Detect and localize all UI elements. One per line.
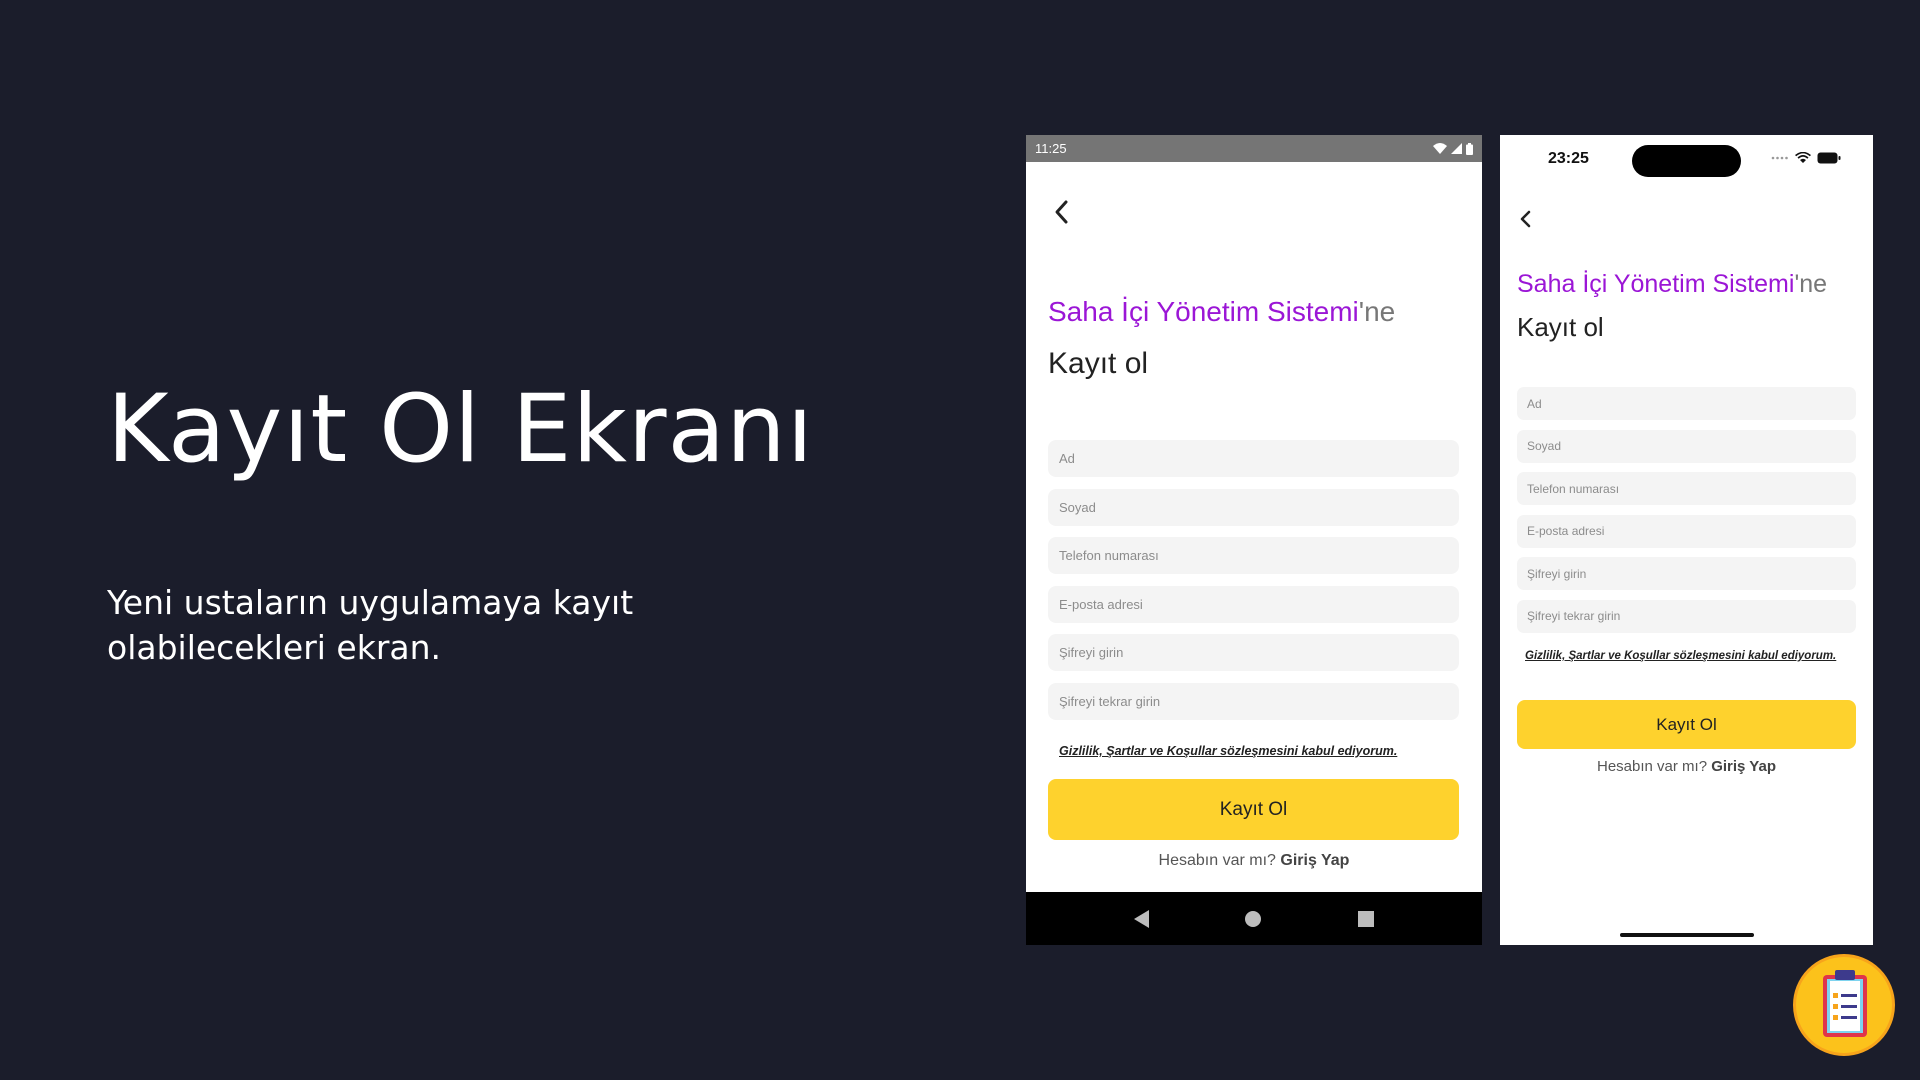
register-button[interactable]: Kayıt Ol [1048,779,1459,840]
login-prompt: Hesabın var mı? Giriş Yap [1500,758,1873,775]
password-confirm-field[interactable]: Şifreyi tekrar girin [1048,682,1459,720]
password-field[interactable]: Şifreyi girin [1517,557,1856,591]
page-subheading: Kayıt ol [1517,312,1604,342]
last-name-field[interactable]: Soyad [1517,429,1856,463]
page-subheading: Kayıt ol [1048,347,1149,380]
login-prompt: Hesabın var mı? Giriş Yap [1026,852,1482,870]
android-nav-bar [1026,892,1482,945]
nav-back-icon[interactable] [1134,909,1150,928]
password-field[interactable]: Şifreyi girin [1048,634,1459,672]
phone-field[interactable]: Telefon numarası [1048,537,1459,575]
ios-status-time: 23:25 [1548,150,1589,167]
page-heading: Saha İçi Yönetim Sistemi'ne [1048,296,1395,328]
first-name-field[interactable]: Ad [1517,387,1856,420]
login-prompt-text: Hesabın var mı? [1597,758,1708,775]
signal-dots-icon [1771,156,1788,160]
chevron-left-icon[interactable] [1516,206,1536,232]
terms-link[interactable]: Gizlilik, Şartlar ve Koşullar sözleşmesi… [1059,744,1397,758]
clipboard-icon [1793,954,1895,1056]
android-status-icons [1433,142,1473,155]
last-name-field[interactable]: Soyad [1048,488,1459,526]
slide-description: Yeni ustaların uygulamaya kayıt olabilec… [107,583,634,667]
email-field[interactable]: E-posta adresi [1517,514,1856,548]
phone-field[interactable]: Telefon numarası [1517,472,1856,506]
wifi-icon [1433,143,1447,154]
nav-recents-icon[interactable] [1357,910,1374,927]
chevron-left-icon[interactable] [1050,196,1074,228]
registration-form: Ad Soyad Telefon numarası E-posta adresi… [1048,440,1459,732]
nav-home-icon[interactable] [1245,910,1262,927]
battery-icon [1466,142,1473,155]
login-link[interactable]: Giriş Yap [1280,852,1349,869]
login-prompt-text: Hesabın var mı? [1158,852,1276,869]
android-phone-mockup: 11:25 Saha İçi Yönetim Sistemi'ne Kayıt … [1026,135,1482,945]
heading-suffix: 'ne [1358,296,1396,327]
slide-title: Kayıt Ol Ekranı [107,375,814,484]
dynamic-island [1632,145,1741,177]
page-heading: Saha İçi Yönetim Sistemi'ne [1517,270,1827,299]
android-status-bar: 11:25 [1026,135,1482,162]
password-confirm-field[interactable]: Şifreyi tekrar girin [1517,599,1856,633]
email-field[interactable]: E-posta adresi [1048,585,1459,623]
wifi-icon [1795,152,1811,163]
login-link[interactable]: Giriş Yap [1711,758,1776,775]
registration-form: Ad Soyad Telefon numarası E-posta adresi… [1517,387,1856,643]
home-indicator [1620,933,1754,937]
heading-suffix: 'ne [1794,270,1828,298]
ios-phone-mockup: 23:25 Saha İçi Yönetim Sistemi'ne Kayıt … [1500,135,1873,945]
register-button[interactable]: Kayıt Ol [1517,700,1856,749]
brand-name: Saha İçi Yönetim Sistemi [1048,296,1359,327]
terms-link[interactable]: Gizlilik, Şartlar ve Koşullar sözleşmesi… [1525,650,1836,662]
signal-icon [1451,143,1462,154]
android-status-time: 11:25 [1035,141,1067,156]
battery-icon [1817,152,1841,164]
brand-name: Saha İçi Yönetim Sistemi [1517,270,1795,298]
first-name-field[interactable]: Ad [1048,440,1459,477]
ios-status-icons [1771,152,1841,164]
